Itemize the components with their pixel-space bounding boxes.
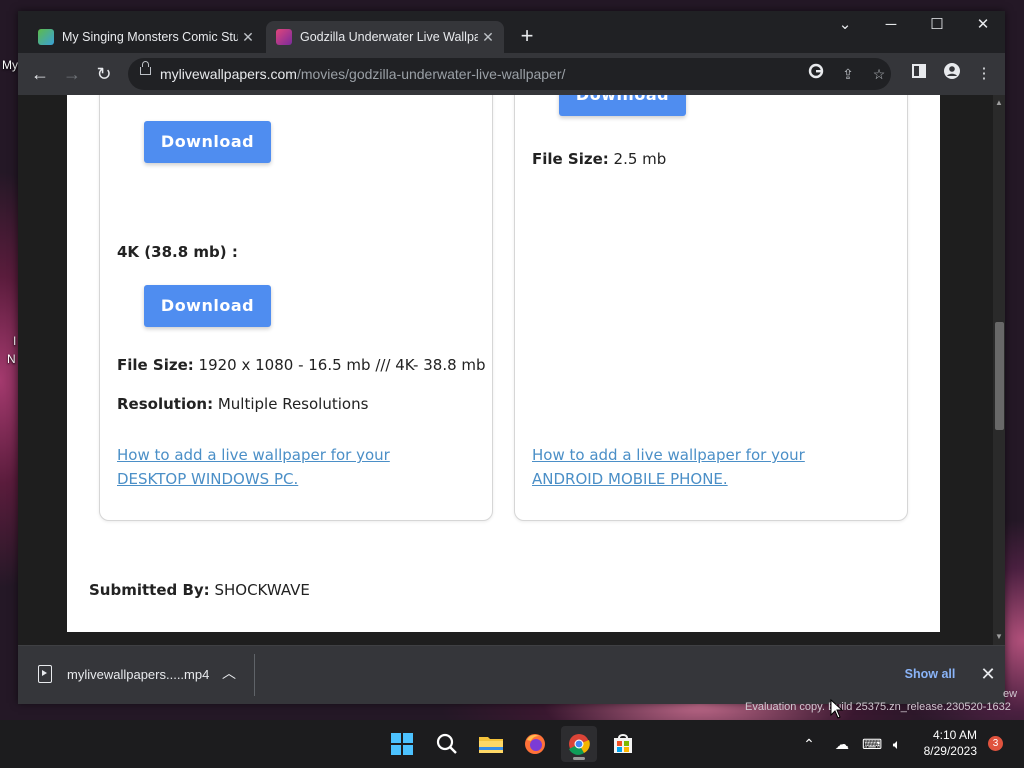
close-tab-icon[interactable]: ✕ [238,29,258,46]
close-shelf-icon[interactable]: ✕ [977,662,999,686]
show-all-button[interactable]: Show all [898,662,962,686]
maximize-icon[interactable]: ☐ [914,11,960,41]
download-button[interactable]: Download [144,121,271,163]
lock-icon [140,61,151,75]
video-file-icon [38,665,52,683]
submitted-by: Submitted By: SHOCKWAVE [89,581,310,599]
howto-desktop-link[interactable]: How to add a live wallpaper for your DESK… [117,443,390,491]
file-size-info: File Size: 2.5 mb [532,150,667,168]
minimize-icon[interactable]: ─ [868,11,914,41]
network-icon[interactable]: ⌨ [862,720,882,768]
download-button[interactable]: Download [559,95,686,116]
file-explorer-folder-icon[interactable] [473,726,509,762]
howto-android-link[interactable]: How to add a live wallpaper for your ANDR… [532,443,805,491]
url-text[interactable]: mylivewallpapers.com/movies/godzilla-und… [160,66,565,82]
tab-godzilla-wallpaper[interactable]: Godzilla Underwater Live Wallpap ✕ [266,21,504,53]
chrome-icon[interactable] [561,726,597,762]
bookmark-star-icon[interactable]: ☆ [868,63,890,85]
desktop-icon-label: My [2,58,18,72]
more-menu-icon[interactable]: ⋮ [973,63,995,85]
scroll-down-arrow-icon[interactable]: ▼ [993,631,1005,643]
browser-toolbar: ← → ↻ mylivewallpapers.com/movies/godzil… [18,53,1005,95]
close-window-icon[interactable]: ✕ [960,11,1006,41]
taskbar: ⌃ ☁ ⌨ 🔈︎ 4:10 AM 8/29/2023 [0,720,1024,768]
tab-title: Godzilla Underwater Live Wallpap [300,30,478,44]
active-app-indicator [573,757,585,760]
notification-badge[interactable]: 3 [988,736,1003,751]
start-windows-icon[interactable] [384,726,420,762]
browser-window: My Singing Monsters Comic Stud ✕ Godzill… [18,11,1005,704]
chevron-up-icon[interactable]: ︿ [222,663,236,683]
scroll-up-arrow-icon[interactable]: ▲ [993,97,1005,109]
system-clock[interactable]: 4:10 AM 8/29/2023 [914,727,977,759]
monsters-favicon-icon [38,29,54,45]
reload-icon[interactable]: ↻ [89,59,119,89]
evaluation-watermark: Evaluation copy. Build 25375.zn_release.… [745,701,1011,713]
back-arrow-icon[interactable]: ← [25,59,55,89]
side-panel-icon[interactable] [908,63,930,85]
volume-icon[interactable]: 🔈︎ [887,720,907,768]
resolution-info: Resolution: Multiple Resolutions [117,395,369,413]
firefox-icon[interactable] [517,726,553,762]
watermark-edge-text: ew [1003,688,1018,700]
share-icon[interactable]: ⇪ [837,63,859,85]
scroll-thumb[interactable] [995,322,1004,430]
page-content: Download 4K (38.8 mb) : Download File Si… [67,95,940,632]
profile-icon[interactable] [941,63,963,85]
onedrive-cloud-icon[interactable]: ☁ [831,720,853,768]
download-4k-button[interactable]: Download [144,285,271,327]
resolution-heading: 4K (38.8 mb) : [117,243,238,261]
download-shelf: mylivewallpapers.....mp4 ︿ Show all ✕ [18,645,1005,704]
google-lens-icon[interactable] [805,63,827,85]
address-bar[interactable]: mylivewallpapers.com/movies/godzilla-und… [128,58,891,90]
forward-arrow-icon[interactable]: → [57,59,87,89]
desktop-icon-label: I [13,334,17,348]
vertical-scrollbar[interactable]: ▲ ▼ [993,95,1005,645]
chevron-up-icon[interactable]: ⌃ [800,720,818,768]
new-tab-plus-icon[interactable]: + [514,24,540,50]
tab-title: My Singing Monsters Comic Stud [62,30,238,44]
search-icon[interactable] [429,726,465,762]
close-tab-icon[interactable]: ✕ [478,29,498,46]
desktop-icon-label: N [7,352,16,366]
tab-search-chevron-icon[interactable]: ⌄ [822,11,868,41]
divider [254,654,255,696]
mylivewallpapers-favicon-icon [276,29,292,45]
downloaded-file-name[interactable]: mylivewallpapers.....mp4 [67,667,209,682]
page-viewport: Download 4K (38.8 mb) : Download File Si… [18,95,993,645]
microsoft-store-icon[interactable] [605,726,641,762]
android-download-card: Download File Size: 2.5 mb How to add a … [514,95,908,521]
tab-strip: My Singing Monsters Comic Stud ✕ Godzill… [18,11,1005,53]
desktop-download-card: Download 4K (38.8 mb) : Download File Si… [99,95,493,521]
file-size-info: File Size: 1920 x 1080 - 16.5 mb /// 4K-… [117,356,486,374]
tab-my-singing-monsters[interactable]: My Singing Monsters Comic Stud ✕ [28,21,264,53]
